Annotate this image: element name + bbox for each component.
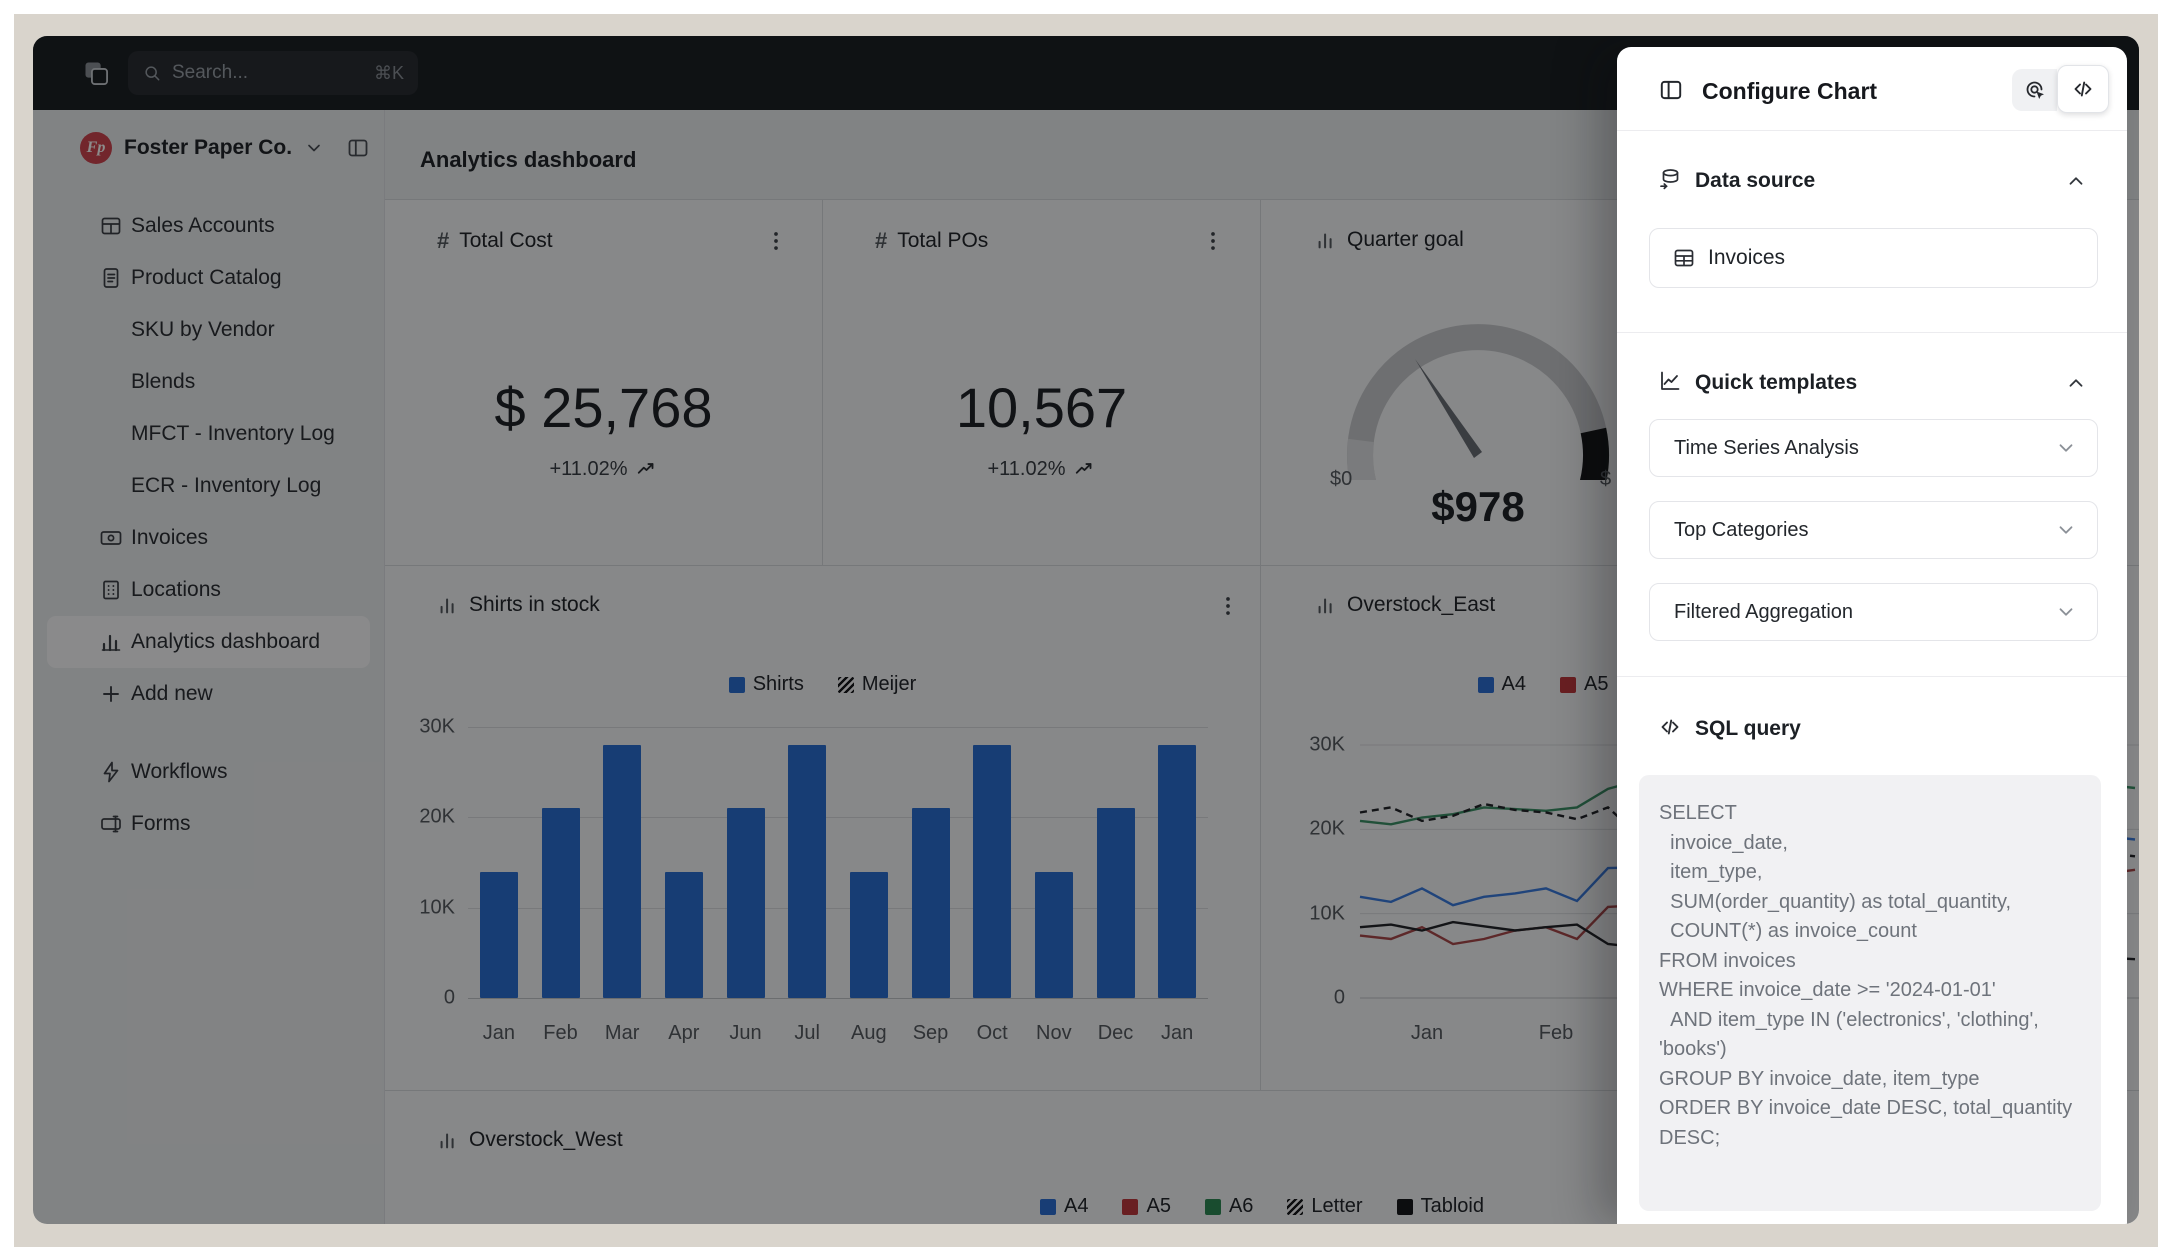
chevron-up-icon[interactable]	[2065, 372, 2087, 394]
app-window: Search... ⌘K Fp Foster Paper Co. Sales A…	[33, 36, 2139, 1224]
chevron-down-icon	[2055, 437, 2077, 459]
panel-left-icon	[1658, 77, 1684, 103]
configure-chart-panel: Configure Chart Data source Invoices	[1617, 47, 2127, 1224]
template-select-time-series-analysis[interactable]: Time Series Analysis	[1649, 419, 2098, 477]
sql-query-editor[interactable]: SELECT invoice_date, item_type, SUM(orde…	[1639, 775, 2101, 1211]
chevron-up-icon[interactable]	[2065, 170, 2087, 192]
select-value: Filtered Aggregation	[1674, 601, 2055, 624]
section-label: Quick templates	[1695, 371, 1857, 395]
database-icon	[1658, 167, 1682, 191]
code-icon	[2071, 77, 2095, 101]
select-value: Top Categories	[1674, 519, 2055, 542]
sql-query-text: SELECT invoice_date, item_type, SUM(orde…	[1659, 799, 2081, 1153]
code-mode-button[interactable]	[2057, 65, 2109, 113]
code-icon	[1658, 715, 1682, 739]
template-select-top-categories[interactable]: Top Categories	[1649, 501, 2098, 559]
chevron-down-icon	[2055, 519, 2077, 541]
table-icon	[1672, 246, 1696, 270]
template-select-filtered-aggregation[interactable]: Filtered Aggregation	[1649, 583, 2098, 641]
line-chart-icon	[1658, 369, 1682, 393]
section-label: Data source	[1695, 169, 1815, 193]
data-source-table-name: Invoices	[1708, 246, 1785, 270]
visual-mode-button[interactable]	[2012, 69, 2057, 111]
visual-select-icon	[2023, 78, 2047, 102]
section-label: SQL query	[1695, 717, 1801, 741]
chevron-down-icon	[2055, 601, 2077, 623]
data-source-table-button[interactable]: Invoices	[1649, 228, 2098, 288]
panel-title: Configure Chart	[1702, 78, 1877, 105]
select-value: Time Series Analysis	[1674, 437, 2055, 460]
